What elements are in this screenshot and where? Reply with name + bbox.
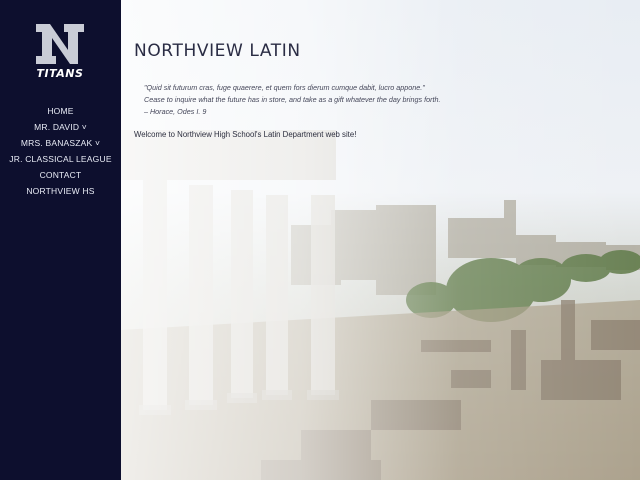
nav-item-home[interactable]: HOME (0, 103, 121, 119)
nav-item-mr-david[interactable]: MR. DAVID ˅ (0, 119, 121, 135)
logo-text: TITANS (36, 67, 84, 80)
main-nav: HOME MR. DAVID ˅ MRS. BANASZAK ˅ JR. CLA… (0, 103, 121, 199)
nav-item-mrs-banaszak[interactable]: MRS. BANASZAK ˅ (0, 135, 121, 151)
nav-item-jr-classical-league[interactable]: JR. CLASSICAL LEAGUE (0, 151, 121, 167)
quote-attribution: – Horace, Odes I. 9 (144, 107, 207, 116)
latin-quote: "Quid sit futurum cras, fuge quaerere, e… (144, 82, 484, 118)
nav-item-northview-hs[interactable]: NORTHVIEW HS (0, 183, 121, 199)
welcome-text: Welcome to Northview High School's Latin… (134, 130, 357, 139)
quote-latin: "Quid sit futurum cras, fuge quaerere, e… (144, 83, 425, 92)
quote-translation: Cease to inquire what the future has in … (144, 95, 441, 104)
sidebar: TITANS HOME MR. DAVID ˅ MRS. BANASZAK ˅ … (0, 0, 121, 480)
hero-overlay (121, 0, 640, 480)
page-title: NORTHVIEW LATIN (134, 41, 301, 61)
hero-background-image (121, 0, 640, 480)
nav-item-contact[interactable]: CONTACT (0, 167, 121, 183)
titans-logo-icon[interactable]: TITANS (34, 20, 86, 82)
